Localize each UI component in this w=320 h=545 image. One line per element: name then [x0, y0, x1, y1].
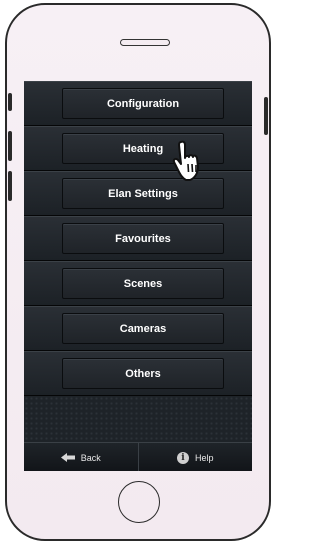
menu-row: Scenes — [24, 261, 252, 306]
back-label: Back — [80, 452, 101, 463]
app-screen: Configuration Heating Elan Settings Favo… — [24, 81, 252, 471]
help-button[interactable]: i Help — [137, 443, 253, 471]
main-menu: Configuration Heating Elan Settings Favo… — [24, 81, 252, 396]
favourites-button[interactable]: Favourites — [62, 223, 224, 254]
menu-row: Others — [24, 351, 252, 396]
earpiece-speaker — [120, 39, 170, 46]
menu-row: Heating — [24, 126, 252, 171]
menu-row: Cameras — [24, 306, 252, 351]
menu-row: Configuration — [24, 81, 252, 126]
home-button[interactable] — [118, 481, 160, 523]
bottom-bar: Back i Help — [24, 442, 252, 471]
hand-pointer-icon — [172, 140, 199, 181]
help-label: Help — [194, 452, 214, 463]
mute-switch — [8, 93, 12, 111]
power-button — [264, 97, 268, 135]
configuration-button[interactable]: Configuration — [62, 88, 224, 119]
back-arrow-icon — [60, 453, 75, 462]
menu-row: Favourites — [24, 216, 252, 261]
info-icon: i — [176, 451, 189, 464]
back-button[interactable]: Back — [24, 443, 138, 471]
menu-row: Elan Settings — [24, 171, 252, 216]
volume-up-button — [8, 131, 12, 161]
cameras-button[interactable]: Cameras — [62, 313, 224, 344]
others-button[interactable]: Others — [62, 358, 224, 389]
empty-area — [24, 396, 252, 444]
volume-down-button — [8, 171, 12, 201]
scenes-button[interactable]: Scenes — [62, 268, 224, 299]
